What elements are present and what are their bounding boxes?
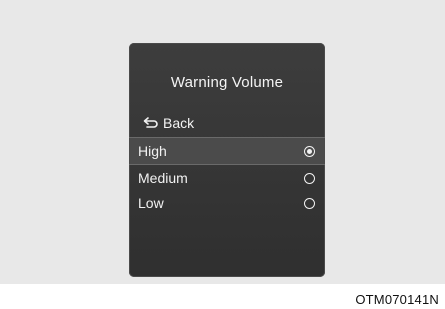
- option-label: Medium: [138, 170, 188, 186]
- radio-selected-icon: [304, 145, 315, 157]
- radio-unselected-icon: [304, 197, 315, 209]
- cluster-display: Warning Volume Back High Medium Low: [129, 43, 325, 277]
- option-high[interactable]: High: [129, 138, 325, 164]
- option-label: High: [138, 143, 167, 159]
- option-medium[interactable]: Medium: [129, 165, 325, 191]
- page: Warning Volume Back High Medium Low OTM0…: [0, 0, 445, 309]
- menu-title: Warning Volume: [170, 74, 284, 91]
- option-low[interactable]: Low: [129, 190, 325, 216]
- radio-unselected-icon: [304, 172, 315, 184]
- back-label: Back: [163, 115, 195, 131]
- figure-code: OTM070141N: [355, 292, 439, 307]
- back-button[interactable]: Back: [143, 113, 194, 133]
- option-label: Low: [138, 195, 164, 211]
- back-arrow-icon: [143, 117, 158, 128]
